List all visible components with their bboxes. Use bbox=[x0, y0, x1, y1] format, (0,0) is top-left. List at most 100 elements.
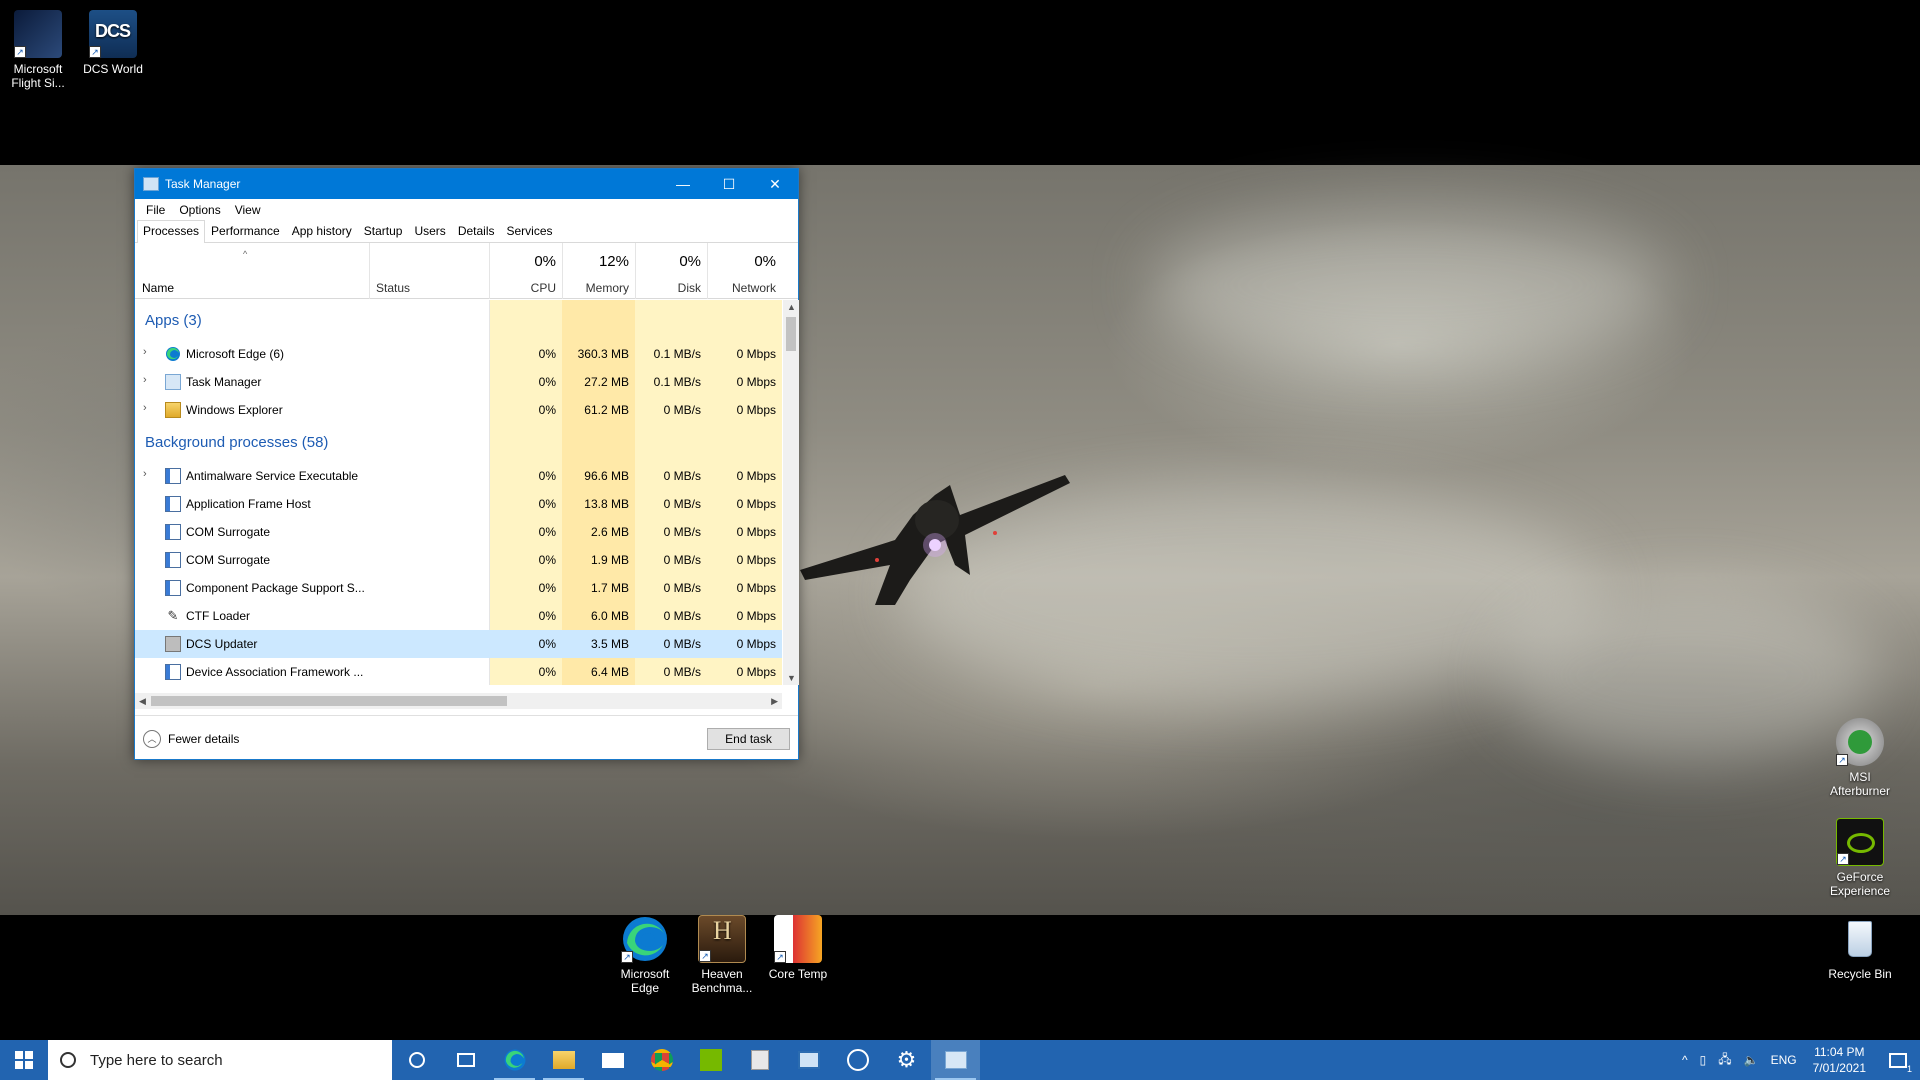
title-bar[interactable]: Task Manager — ☐ ✕ bbox=[135, 169, 798, 199]
table-row[interactable]: COM Surrogate 0% 1.9 MB 0 MB/s 0 Mbps bbox=[135, 546, 782, 574]
table-row[interactable]: › Antimalware Service Executable 0% 96.6… bbox=[135, 462, 782, 490]
fewer-details-button[interactable]: ︿ Fewer details bbox=[143, 730, 239, 748]
footer: ︿ Fewer details End task bbox=[135, 715, 798, 759]
search-input[interactable]: Type here to search bbox=[48, 1040, 392, 1080]
taskbar-xbox[interactable] bbox=[833, 1040, 882, 1080]
group-apps-label: Apps (3) bbox=[145, 312, 202, 329]
volume-icon[interactable]: 🔈 bbox=[1738, 1053, 1765, 1067]
column-disk[interactable]: 0% Disk bbox=[635, 243, 707, 299]
end-task-button[interactable]: End task bbox=[707, 728, 790, 750]
clock[interactable]: 11:04 PM 7/01/2021 bbox=[1803, 1044, 1876, 1076]
table-row[interactable]: Component Package Support S... 0% 1.7 MB… bbox=[135, 574, 782, 602]
table-row[interactable]: › Task Manager 0% 27.2 MB 0.1 MB/s 0 Mbp… bbox=[135, 368, 782, 396]
disk-value: 0 MB/s bbox=[663, 609, 701, 623]
column-memory[interactable]: 12% Memory bbox=[562, 243, 635, 299]
column-name[interactable]: ^ Name bbox=[135, 243, 369, 299]
table-row[interactable]: Device Association Framework ... 0% 6.4 … bbox=[135, 658, 782, 685]
horizontal-scrollbar[interactable]: ◀ ▶ bbox=[135, 693, 782, 709]
scroll-right-icon[interactable]: ▶ bbox=[771, 696, 778, 707]
disk-value: 0 MB/s bbox=[663, 497, 701, 511]
memory-value: 96.6 MB bbox=[584, 469, 629, 483]
table-row-selected[interactable]: DCS Updater 0% 3.5 MB 0 MB/s 0 Mbps bbox=[135, 630, 782, 658]
vertical-scrollbar[interactable]: ▲ ▼ bbox=[783, 300, 799, 685]
desktop-icon-dcs-world[interactable]: DCS ↗ DCS World bbox=[75, 10, 151, 76]
tab-details[interactable]: Details bbox=[452, 220, 501, 242]
scroll-up-icon[interactable]: ▲ bbox=[787, 302, 796, 312]
network-icon[interactable]: 🖧 bbox=[1712, 1050, 1737, 1071]
menu-options[interactable]: Options bbox=[172, 203, 227, 217]
maximize-button[interactable]: ☐ bbox=[706, 169, 752, 199]
expand-chevron-icon[interactable]: › bbox=[143, 468, 153, 480]
tab-performance[interactable]: Performance bbox=[205, 220, 286, 242]
network-value: 0 Mbps bbox=[736, 497, 776, 511]
column-status[interactable]: Status bbox=[369, 243, 489, 299]
task-view-button[interactable] bbox=[441, 1040, 490, 1080]
table-row[interactable]: › Microsoft Edge (6) 0% 360.3 MB 0.1 MB/… bbox=[135, 340, 782, 368]
tab-app-history[interactable]: App history bbox=[286, 220, 358, 242]
table-row[interactable]: › Windows Explorer 0% 61.2 MB 0 MB/s 0 M… bbox=[135, 396, 782, 424]
tablet-icon[interactable]: ▯ bbox=[1694, 1053, 1713, 1067]
taskbar-file-explorer[interactable] bbox=[539, 1040, 588, 1080]
process-name: Task Manager bbox=[186, 375, 262, 389]
table-row[interactable]: COM Surrogate 0% 2.6 MB 0 MB/s 0 Mbps bbox=[135, 518, 782, 546]
desktop-icon-label: MSI Afterburner bbox=[1829, 770, 1891, 798]
tab-startup[interactable]: Startup bbox=[358, 220, 409, 242]
memory-value: 27.2 MB bbox=[584, 375, 629, 389]
taskbar-edge[interactable] bbox=[490, 1040, 539, 1080]
cpu-value: 0% bbox=[538, 581, 556, 595]
expand-chevron-icon[interactable]: › bbox=[143, 346, 153, 358]
tab-services[interactable]: Services bbox=[501, 220, 559, 242]
table-row[interactable]: ✎ CTF Loader 0% 6.0 MB 0 MB/s 0 Mbps bbox=[135, 602, 782, 630]
fewer-details-label: Fewer details bbox=[168, 732, 240, 746]
taskbar-mail[interactable] bbox=[588, 1040, 637, 1080]
desktop-icon-recycle-bin[interactable]: Recycle Bin bbox=[1822, 915, 1898, 981]
cpu-value: 0% bbox=[538, 637, 556, 651]
expand-chevron-icon[interactable]: › bbox=[143, 402, 153, 414]
menu-file[interactable]: File bbox=[139, 203, 172, 217]
desktop-icon-msi-afterburner[interactable]: ↗ MSI Afterburner bbox=[1822, 718, 1898, 798]
desktop-icon-heaven-benchmark[interactable]: H ↗ Heaven Benchma... bbox=[684, 915, 760, 995]
notification-center-button[interactable]: 1 bbox=[1876, 1040, 1920, 1080]
tab-users[interactable]: Users bbox=[408, 220, 451, 242]
taskbar-app-1[interactable] bbox=[735, 1040, 784, 1080]
tab-processes[interactable]: Processes bbox=[137, 220, 206, 243]
scroll-left-icon[interactable]: ◀ bbox=[139, 696, 146, 707]
chevron-up-icon[interactable]: ^ bbox=[1676, 1053, 1694, 1067]
desktop-icon-core-temp[interactable]: ↗ Core Temp bbox=[760, 915, 836, 981]
minimize-button[interactable]: — bbox=[660, 169, 706, 199]
column-memory-label: Memory bbox=[585, 281, 629, 295]
folder-icon bbox=[552, 1051, 575, 1069]
memory-value: 6.0 MB bbox=[590, 609, 629, 623]
desktop-icon-flight-simulator[interactable]: ↗ Microsoft Flight Si... bbox=[0, 10, 76, 90]
column-network-label: Network bbox=[731, 281, 776, 295]
start-button[interactable] bbox=[0, 1040, 48, 1080]
desktop-icon-edge[interactable]: ↗ Microsoft Edge bbox=[607, 915, 683, 995]
desktop-icon-label: Core Temp bbox=[768, 967, 828, 981]
cortana-button[interactable] bbox=[392, 1040, 441, 1080]
taskbar-settings[interactable]: ⚙ bbox=[882, 1040, 931, 1080]
taskbar-chrome[interactable] bbox=[637, 1040, 686, 1080]
scroll-thumb[interactable] bbox=[151, 696, 507, 706]
close-button[interactable]: ✕ bbox=[752, 169, 798, 199]
desktop-icon-geforce-experience[interactable]: ↗ GeForce Experience bbox=[1822, 818, 1898, 898]
edge-icon bbox=[166, 347, 180, 361]
taskbar-app-2[interactable] bbox=[784, 1040, 833, 1080]
scroll-thumb[interactable] bbox=[786, 317, 796, 351]
process-icon bbox=[165, 524, 181, 540]
menu-view[interactable]: View bbox=[228, 203, 268, 217]
taskbar-task-manager[interactable] bbox=[931, 1040, 980, 1080]
scroll-down-icon[interactable]: ▼ bbox=[787, 673, 796, 683]
flight-simulator-icon: ↗ bbox=[14, 10, 62, 58]
disk-value: 0.1 MB/s bbox=[653, 347, 701, 361]
clock-time: 11:04 PM bbox=[1814, 1045, 1865, 1059]
column-network[interactable]: 0% Network bbox=[707, 243, 782, 299]
menu-bar: File Options View bbox=[135, 199, 798, 221]
heaven-benchmark-icon: H ↗ bbox=[698, 915, 746, 963]
language-indicator[interactable]: ENG bbox=[1765, 1053, 1803, 1067]
taskbar-nvidia[interactable] bbox=[686, 1040, 735, 1080]
column-cpu[interactable]: 0% CPU bbox=[489, 243, 562, 299]
chevron-up-icon: ︿ bbox=[143, 730, 161, 748]
table-row[interactable]: Application Frame Host 0% 13.8 MB 0 MB/s… bbox=[135, 490, 782, 518]
expand-chevron-icon[interactable]: › bbox=[143, 374, 153, 386]
process-icon bbox=[165, 636, 181, 652]
